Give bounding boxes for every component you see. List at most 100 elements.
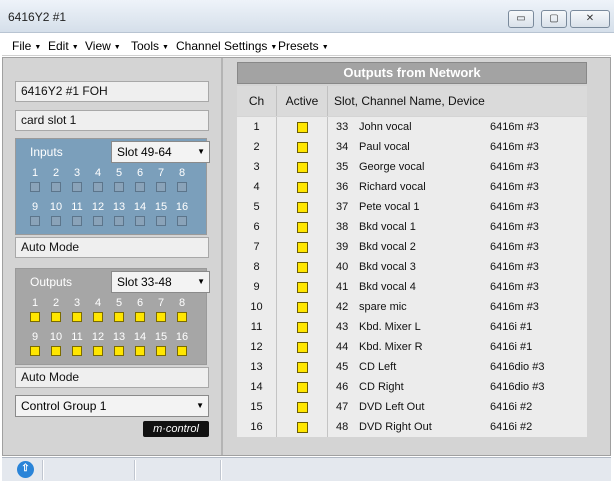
outputs-label: Outputs: [30, 275, 73, 289]
input-channel-toggle[interactable]: [51, 216, 61, 226]
input-channel-toggle[interactable]: [93, 182, 103, 192]
row-channel-name: spare mic: [359, 301, 407, 313]
input-channel-toggle[interactable]: [135, 182, 145, 192]
output-channel-toggle[interactable]: [51, 312, 61, 322]
card-slot-field[interactable]: card slot 1: [15, 110, 209, 131]
table-row[interactable]: 8 40 Bkd vocal 3 6416m #3: [237, 257, 587, 277]
output-channel-toggle[interactable]: [156, 346, 166, 356]
table-row[interactable]: 15 47 DVD Left Out 6416i #2: [237, 397, 587, 417]
row-active-cell: [277, 397, 328, 417]
table-row[interactable]: 9 41 Bkd vocal 4 6416m #3: [237, 277, 587, 297]
table-row[interactable]: 2 34 Paul vocal 6416m #3: [237, 137, 587, 157]
table-row[interactable]: 4 36 Richard vocal 6416m #3: [237, 177, 587, 197]
active-indicator[interactable]: [297, 282, 308, 293]
device-name-field[interactable]: 6416Y2 #1 FOH: [15, 81, 209, 102]
up-arrow-icon[interactable]: ⇧: [17, 461, 34, 478]
table-row[interactable]: 1 33 John vocal 6416m #3: [237, 117, 587, 137]
table-row[interactable]: 11 43 Kbd. Mixer L 6416i #1: [237, 317, 587, 337]
active-indicator[interactable]: [297, 402, 308, 413]
active-indicator[interactable]: [297, 262, 308, 273]
active-indicator[interactable]: [297, 122, 308, 133]
table-row[interactable]: 3 35 George vocal 6416m #3: [237, 157, 587, 177]
output-channel-toggle[interactable]: [177, 312, 187, 322]
input-channel-toggle[interactable]: [72, 182, 82, 192]
close-button[interactable]: ✕: [570, 10, 610, 28]
output-channel-toggle[interactable]: [135, 346, 145, 356]
input-channel-toggle[interactable]: [114, 182, 124, 192]
input-channel-toggle[interactable]: [177, 182, 187, 192]
menu-tools[interactable]: Tools ▼: [131, 39, 169, 53]
input-channel-number: 10: [49, 201, 63, 213]
row-slot: 42: [336, 301, 349, 313]
active-indicator[interactable]: [297, 422, 308, 433]
output-channel-toggle[interactable]: [114, 346, 124, 356]
inputs-slot-select[interactable]: Slot 49-64 ▼: [111, 141, 210, 163]
menu-file[interactable]: File ▼: [12, 39, 41, 53]
outputs-mode-field[interactable]: Auto Mode: [15, 367, 209, 388]
table-row[interactable]: 6 38 Bkd vocal 1 6416m #3: [237, 217, 587, 237]
active-indicator[interactable]: [297, 182, 308, 193]
table-row[interactable]: 14 46 CD Right 6416dio #3: [237, 377, 587, 397]
row-channel-name: CD Right: [359, 381, 404, 393]
active-indicator[interactable]: [297, 342, 308, 353]
input-channel-toggle[interactable]: [93, 216, 103, 226]
active-indicator[interactable]: [297, 362, 308, 373]
table-row[interactable]: 7 39 Bkd vocal 2 6416m #3: [237, 237, 587, 257]
active-indicator[interactable]: [297, 202, 308, 213]
row-slot: 38: [336, 221, 349, 233]
output-channel-toggle[interactable]: [93, 312, 103, 322]
minimize-button[interactable]: ▭: [508, 10, 534, 28]
table-row[interactable]: 13 45 CD Left 6416dio #3: [237, 357, 587, 377]
input-channel-toggle[interactable]: [156, 216, 166, 226]
output-channel-toggle[interactable]: [156, 312, 166, 322]
control-group-select[interactable]: Control Group 1 ▼: [15, 395, 209, 417]
active-indicator[interactable]: [297, 222, 308, 233]
active-indicator[interactable]: [297, 242, 308, 253]
active-indicator[interactable]: [297, 162, 308, 173]
menu-view[interactable]: View ▼: [85, 39, 121, 53]
row-slot-cell: 33 John vocal 6416m #3: [328, 117, 587, 137]
row-channel-name: CD Left: [359, 361, 397, 373]
output-channel-toggle[interactable]: [93, 346, 103, 356]
inputs-mode-field[interactable]: Auto Mode: [15, 237, 209, 258]
row-channel-name: George vocal: [359, 161, 425, 173]
menu-presets[interactable]: Presets ▼: [278, 39, 329, 53]
input-channel-toggle[interactable]: [30, 216, 40, 226]
row-slot-cell: 40 Bkd vocal 3 6416m #3: [328, 257, 587, 277]
active-indicator[interactable]: [297, 382, 308, 393]
table-row[interactable]: 16 48 DVD Right Out 6416i #2: [237, 417, 587, 437]
row-slot-cell: 37 Pete vocal 1 6416m #3: [328, 197, 587, 217]
output-channel-toggle[interactable]: [30, 312, 40, 322]
table-row[interactable]: 12 44 Kbd. Mixer R 6416i #1: [237, 337, 587, 357]
output-channel-toggle[interactable]: [177, 346, 187, 356]
row-slot-cell: 34 Paul vocal 6416m #3: [328, 137, 587, 157]
active-indicator[interactable]: [297, 142, 308, 153]
output-channel-number: 2: [52, 297, 60, 309]
output-channel-toggle[interactable]: [72, 346, 82, 356]
row-slot: 34: [336, 141, 349, 153]
input-channel-toggle[interactable]: [30, 182, 40, 192]
input-channel-toggle[interactable]: [156, 182, 166, 192]
outputs-slot-select[interactable]: Slot 33-48 ▼: [111, 271, 210, 293]
output-channel-toggle[interactable]: [30, 346, 40, 356]
input-channel-toggle[interactable]: [135, 216, 145, 226]
table-row[interactable]: 5 37 Pete vocal 1 6416m #3: [237, 197, 587, 217]
output-channel-toggle[interactable]: [135, 312, 145, 322]
input-channel-toggle[interactable]: [72, 216, 82, 226]
active-indicator[interactable]: [297, 322, 308, 333]
row-active-cell: [277, 377, 328, 397]
output-channel-toggle[interactable]: [51, 346, 61, 356]
table-row[interactable]: 10 42 spare mic 6416m #3: [237, 297, 587, 317]
input-channel-toggle[interactable]: [114, 216, 124, 226]
output-channel-toggle[interactable]: [72, 312, 82, 322]
row-device: 6416m #3: [490, 201, 539, 213]
menu-edit[interactable]: Edit ▼: [48, 39, 79, 53]
panel-divider[interactable]: [221, 58, 223, 455]
active-indicator[interactable]: [297, 302, 308, 313]
maximize-button[interactable]: ▢: [541, 10, 567, 28]
input-channel-toggle[interactable]: [51, 182, 61, 192]
input-channel-toggle[interactable]: [177, 216, 187, 226]
output-channel-toggle[interactable]: [114, 312, 124, 322]
menu-channel-settings[interactable]: Channel Settings ▼: [176, 39, 277, 53]
window-titlebar: 6416Y2 #1 ▭ ▢ ✕: [0, 0, 614, 33]
